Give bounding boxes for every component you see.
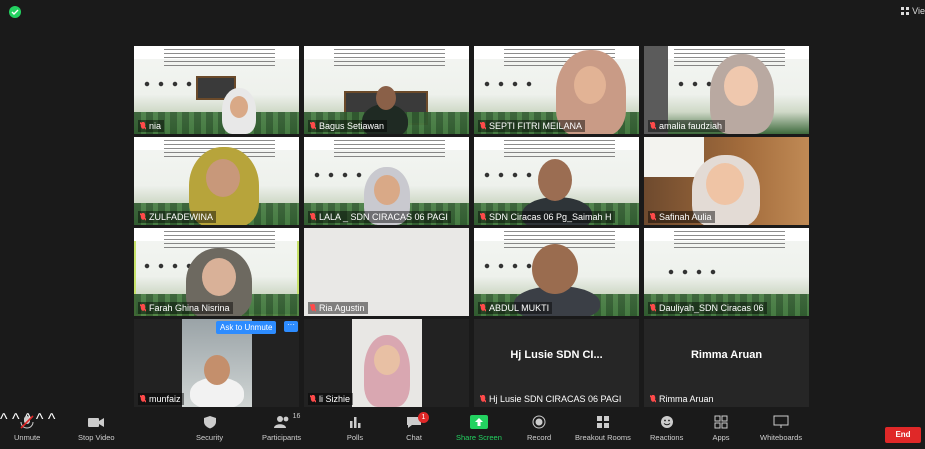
audio-options-caret-icon[interactable]: ^ <box>0 411 8 428</box>
security-shield-icon[interactable] <box>9 6 21 18</box>
participant-name: SDN Ciracas 06 Pg_Saimah H <box>478 211 615 223</box>
shield-icon <box>201 415 219 429</box>
video-tile[interactable]: Ria Agustin <box>304 228 469 316</box>
muted-mic-icon <box>140 304 146 312</box>
reactions-smiley-icon <box>658 415 676 429</box>
participants-icon: 16 <box>273 413 300 429</box>
participant-name: ABDUL MUKTI <box>478 302 553 314</box>
reactions-button[interactable]: Reactions <box>650 415 683 442</box>
video-tile[interactable]: SDN Ciracas 06 Pg_Saimah H <box>474 137 639 225</box>
video-tile[interactable]: LALA _ SDN CIRACAS 06 PAGI <box>304 137 469 225</box>
video-tile[interactable]: Safinah Aulia <box>644 137 809 225</box>
muted-mic-icon <box>140 395 146 403</box>
muted-mic-icon <box>480 213 486 221</box>
muted-mic-icon <box>140 213 146 221</box>
muted-mic-icon <box>480 395 486 403</box>
muted-mic-icon <box>650 395 656 403</box>
view-label: Vie <box>912 6 925 16</box>
whiteboard-icon <box>772 415 790 429</box>
participant-name: Farah Ghina Nisrina <box>138 302 233 314</box>
video-tile[interactable]: Dauliyah_SDN Ciracas 06 <box>644 228 809 316</box>
meeting-toolbar: Unmute ^ Stop Video ^ Security 16 Partic… <box>0 411 925 449</box>
chat-badge: 1 <box>418 412 429 423</box>
participant-name: li Sizhie <box>308 393 354 405</box>
grid-view-icon <box>901 7 910 15</box>
record-button[interactable]: Record <box>527 415 551 442</box>
participant-name: Rimma Aruan <box>648 393 717 405</box>
participant-name: Dauliyah_SDN Ciracas 06 <box>648 302 767 314</box>
muted-mic-icon <box>650 213 656 221</box>
breakout-rooms-button[interactable]: Breakout Rooms <box>575 415 631 442</box>
end-meeting-button[interactable]: End <box>885 427 921 443</box>
muted-mic-icon <box>480 304 486 312</box>
more-options-button[interactable]: ··· <box>284 321 298 332</box>
apps-icon <box>712 415 730 429</box>
view-button[interactable]: Vie <box>901 6 925 16</box>
muted-mic-icon <box>140 122 146 130</box>
participant-name: Safinah Aulia <box>648 211 715 223</box>
participants-count: 16 <box>292 413 301 420</box>
participants-button[interactable]: 16 Participants <box>262 413 301 442</box>
muted-mic-icon <box>310 122 316 130</box>
muted-mic-icon <box>480 122 486 130</box>
share-options-caret-icon[interactable]: ^ <box>48 411 56 428</box>
polls-icon <box>346 415 364 429</box>
participant-name: SEPTI FITRI MEILANA <box>478 120 586 132</box>
whiteboards-button[interactable]: Whiteboards <box>760 415 802 442</box>
share-screen-icon <box>469 415 488 429</box>
video-tile[interactable]: Bagus Setiawan <box>304 46 469 134</box>
participant-name: Hj Lusie SDN CIRACAS 06 PAGI <box>478 393 624 405</box>
participant-name: LALA _ SDN CIRACAS 06 PAGI <box>308 211 451 223</box>
video-tile[interactable]: SEPTI FITRI MEILANA <box>474 46 639 134</box>
breakout-rooms-icon <box>594 415 612 429</box>
muted-mic-icon <box>310 395 316 403</box>
participant-name: ZULFADEWINA <box>138 211 217 223</box>
polls-button[interactable]: Polls <box>346 415 364 442</box>
video-tile-active-speaker[interactable]: Farah Ghina Nisrina <box>134 228 299 316</box>
video-tile[interactable]: ZULFADEWINA <box>134 137 299 225</box>
apps-button[interactable]: Apps <box>712 415 730 442</box>
participant-name: Ria Agustin <box>308 302 368 314</box>
unmute-button[interactable]: Unmute <box>14 415 40 442</box>
video-tile[interactable]: Rimma Aruan Rimma Aruan <box>644 319 809 407</box>
muted-mic-icon <box>18 415 36 429</box>
participant-name: amalia faudziah <box>648 120 726 132</box>
video-tile[interactable]: ABDUL MUKTI <box>474 228 639 316</box>
muted-mic-icon <box>650 304 656 312</box>
share-screen-button[interactable]: Share Screen <box>456 415 502 442</box>
participant-display-name: Rimma Aruan <box>690 349 763 361</box>
top-bar: Vie <box>0 0 925 26</box>
muted-mic-icon <box>310 213 316 221</box>
participant-name: munfaiz <box>138 393 184 405</box>
video-tile[interactable]: amalia faudziah <box>644 46 809 134</box>
security-button[interactable]: Security <box>196 415 223 442</box>
participant-display-name: Hj Lusie SDN CI... <box>510 349 603 361</box>
video-tile[interactable]: Hj Lusie SDN CI... Hj Lusie SDN CIRACAS … <box>474 319 639 407</box>
participant-name: Bagus Setiawan <box>308 120 388 132</box>
video-tile[interactable]: nia <box>134 46 299 134</box>
muted-mic-icon <box>310 304 316 312</box>
ask-to-unmute-button[interactable]: Ask to Unmute <box>216 321 277 334</box>
video-tile[interactable]: li Sizhie <box>304 319 469 407</box>
participant-name: nia <box>138 120 165 132</box>
chat-button[interactable]: 1 Chat <box>405 412 429 442</box>
stop-video-button[interactable]: Stop Video <box>78 415 115 442</box>
chat-icon: 1 <box>405 412 429 429</box>
record-icon <box>530 415 548 429</box>
video-camera-icon <box>87 415 105 429</box>
muted-mic-icon <box>650 122 656 130</box>
